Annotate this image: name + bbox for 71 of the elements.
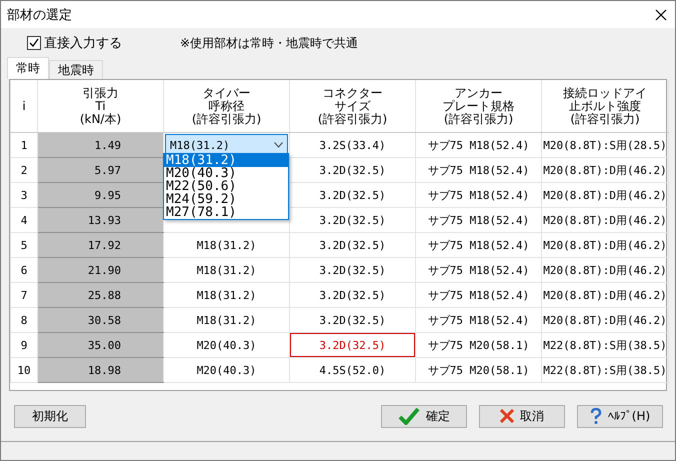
rod-bolt-cell: M20(8.8T):D用(46.2) [542, 232, 668, 258]
connector-cell-text: 3.2D(32.5) [318, 212, 387, 228]
close-icon [500, 409, 514, 423]
help-icon [590, 408, 602, 424]
tab[interactable]: 地震時 [49, 60, 103, 79]
tie-rod-cell-text: M18(31.2) [196, 312, 258, 328]
tie-rod-cell-text: M20(40.3) [196, 362, 258, 378]
tension-cell: 13.93 [38, 208, 164, 232]
cancel-button[interactable]: 取消 [479, 404, 565, 428]
dropdown-option[interactable]: M20(40.3) [164, 167, 288, 180]
rod-bolt-cell: M22(8.8T):S用(38.5) [542, 332, 668, 358]
connector-cell-text: 3.2S(33.4) [318, 138, 387, 154]
tension-cell: 9.95 [38, 182, 164, 208]
chevron-icon [274, 142, 283, 148]
rod-bolt-cell: M20(8.8T):D用(46.2) [542, 258, 668, 282]
dropdown-option[interactable]: M27(78.1) [164, 206, 288, 219]
connector-cell-text: 3.2D(32.5) [318, 288, 387, 304]
rod-bolt-cell: M20(8.8T):S用(28.5) [542, 132, 668, 158]
connector-cell-text: 3.2D(32.5) [318, 238, 387, 254]
tie-rod-cell-text: M18(31.2) [196, 238, 258, 254]
rod-bolt-cell: M20(8.8T):D用(46.2) [542, 308, 668, 332]
tension-cell: 30.58 [38, 308, 164, 332]
rod-bolt-cell: M20(8.8T):D用(46.2) [542, 158, 668, 182]
column-header: タイバー 呼称径 (許容引張力) [164, 80, 290, 132]
anchor-cell: サブ75 M20(58.1) [416, 358, 542, 382]
column-header: コネクター サイズ (許容引張力) [290, 80, 416, 132]
tie-rod-cell-text: M18(31.2) [196, 262, 258, 278]
tension-cell: 5.97 [38, 158, 164, 182]
rod-bolt-cell: M20(8.8T):D用(46.2) [542, 182, 668, 208]
tie-rod-cell-text: M20(40.3) [196, 338, 258, 354]
connector-cell: 3.2D(32.5) [290, 333, 415, 357]
anchor-cell: サブ75 M20(58.1) [416, 332, 542, 358]
connector-cell-text: 3.2D(32.5) [318, 188, 387, 204]
tie-rod-cell-text: M18(31.2) [196, 288, 258, 304]
dropdown-option[interactable]: M18(31.2) [164, 154, 288, 167]
tension-cell: 35.00 [38, 332, 164, 358]
anchor-cell: サブ75 M18(52.4) [416, 158, 542, 182]
column-header: アンカー プレート規格 (許容引張力) [416, 80, 542, 132]
tension-cell: 1.49 [38, 132, 164, 158]
dropdown-option[interactable]: M24(59.2) [164, 193, 288, 206]
check-icon [398, 407, 420, 425]
connector-cell-text: 4.5S(52.0) [318, 362, 387, 378]
dropdown-option[interactable]: M22(50.6) [164, 180, 288, 193]
anchor-cell: サブ75 M18(52.4) [416, 308, 542, 332]
window-title: 部材の選定 [7, 6, 72, 24]
column-header: i [10, 80, 38, 132]
rod-bolt-cell: M20(8.8T):D用(46.2) [542, 282, 668, 308]
anchor-cell: サブ75 M18(52.4) [416, 132, 542, 158]
tension-cell: 18.98 [38, 358, 164, 382]
anchor-cell: サブ75 M18(52.4) [416, 282, 542, 308]
rod-bolt-cell: M22(8.8T):S用(38.5) [542, 358, 668, 382]
tension-cell: 25.88 [38, 282, 164, 308]
anchor-cell: サブ75 M18(52.4) [416, 182, 542, 208]
confirm-button[interactable]: 確定 [381, 404, 467, 428]
column-header: 接続ロッドアイ 止ボルト強度 (許容引張力) [542, 80, 668, 132]
connector-cell-text: 3.2D(32.5) [318, 312, 387, 328]
reset-button[interactable]: 初期化 [14, 404, 86, 428]
tab[interactable]: 常時 [7, 57, 49, 79]
tension-cell: 17.92 [38, 232, 164, 258]
anchor-cell: サブ75 M18(52.4) [416, 208, 542, 232]
connector-cell-text: 3.2D(32.5) [318, 162, 387, 178]
rod-bolt-cell: M20(8.8T):D用(46.2) [542, 208, 668, 232]
note-text: ※使用部材は常時・地震時で共通 [180, 34, 358, 52]
checkbox[interactable] [27, 36, 41, 50]
direct-input-checkbox[interactable]: 直接入力する [27, 34, 122, 52]
anchor-cell: サブ75 M18(52.4) [416, 232, 542, 258]
help-button[interactable]: ﾍﾙﾌﾟ(H) [577, 404, 663, 428]
anchor-cell: サブ75 M18(52.4) [416, 258, 542, 282]
close-icon[interactable] [655, 8, 667, 20]
connector-cell-text: 3.2D(32.5) [318, 262, 387, 278]
tension-cell: 21.90 [38, 258, 164, 282]
